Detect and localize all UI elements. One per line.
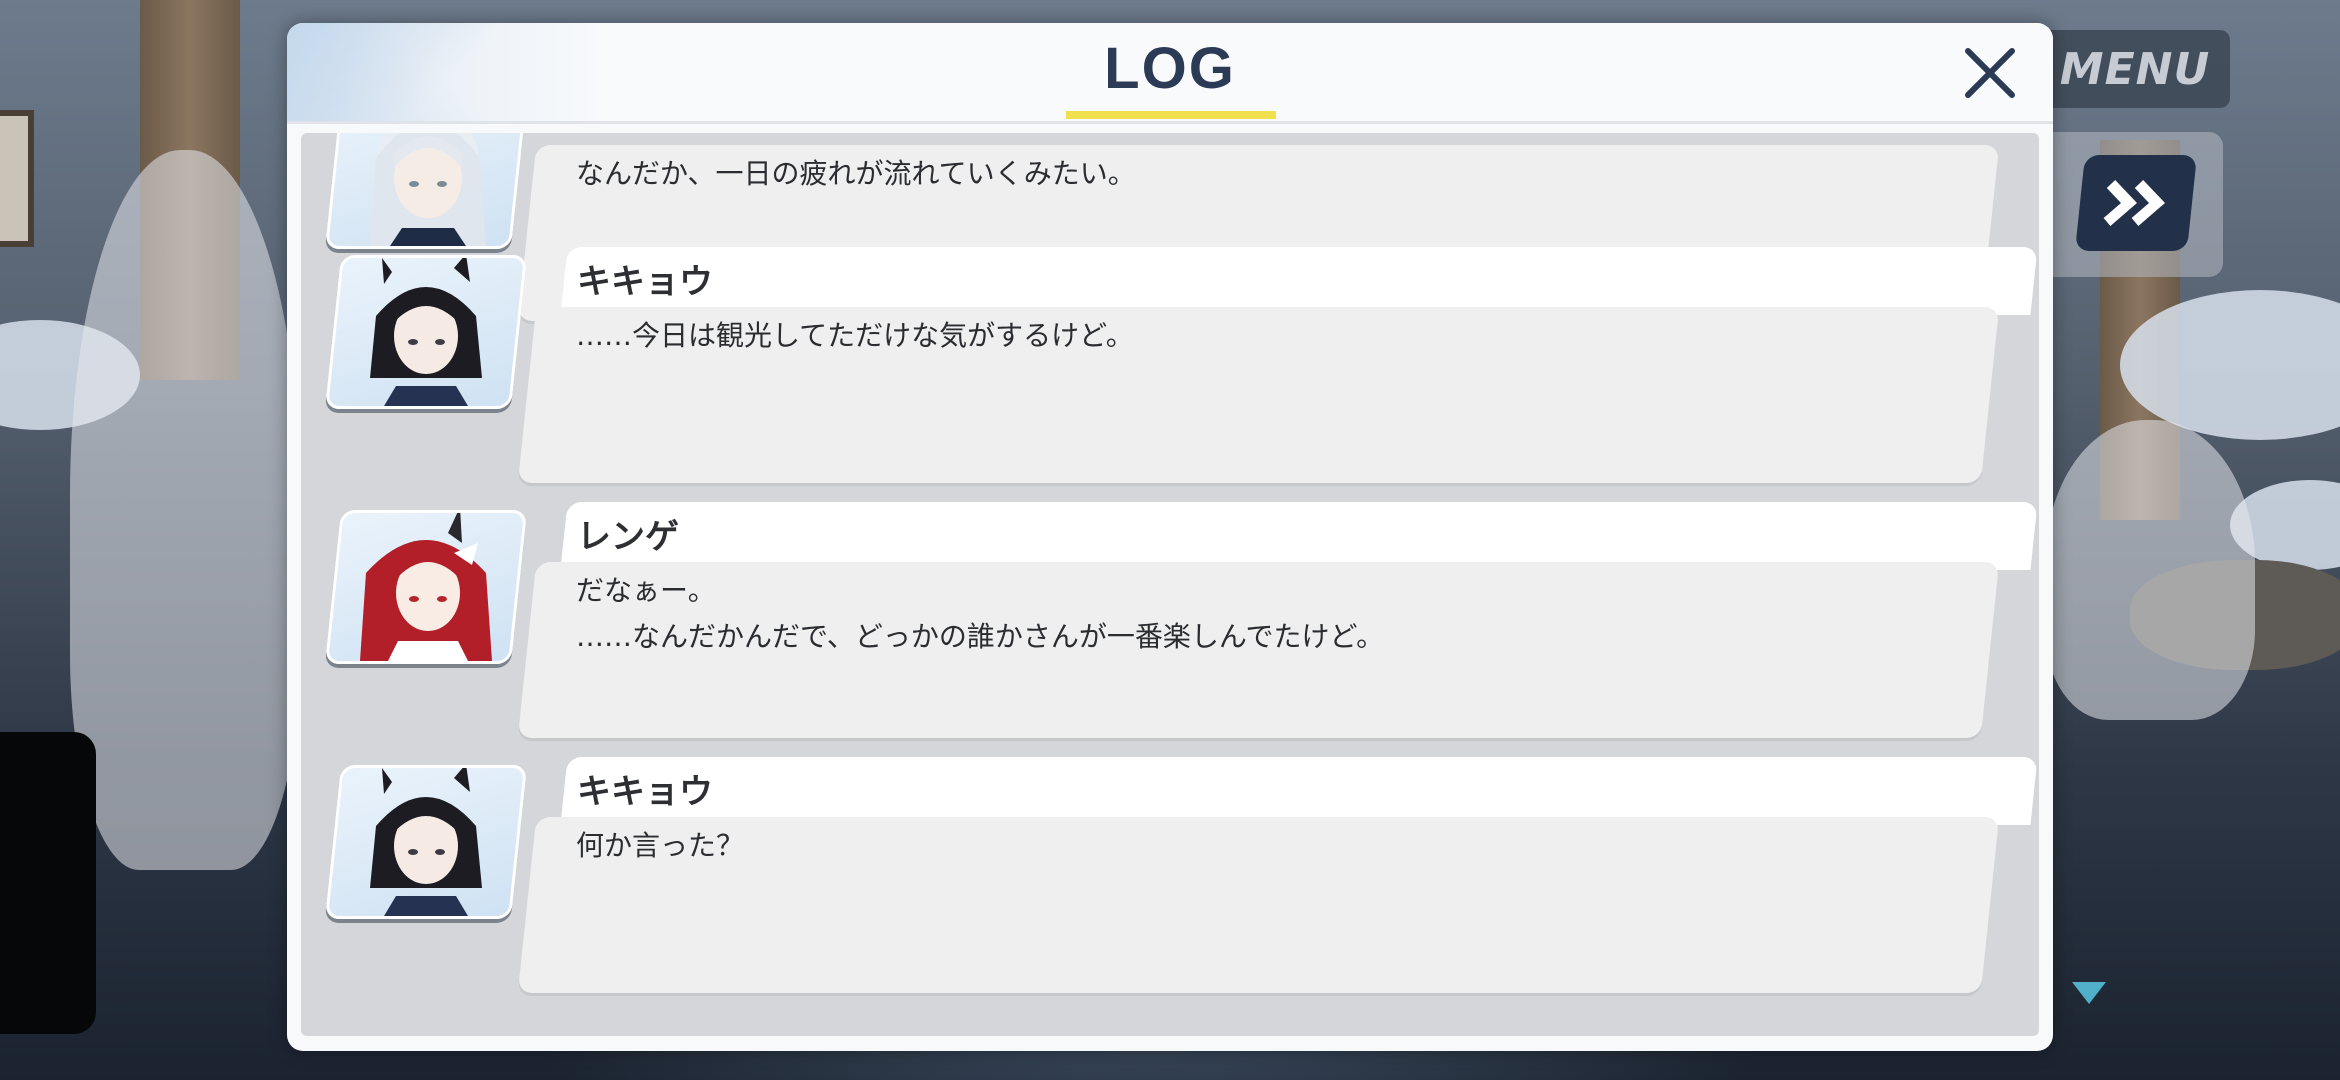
- log-entry: キキョウ 何か言った？: [301, 757, 2039, 1005]
- speaker-name-plate: [560, 757, 2038, 825]
- message-text: 何か言った？: [576, 829, 745, 862]
- game-background-scene: MENU LOG なんだか、一日の疲れが流れていくみたい。 キキョウ ……今日は…: [0, 0, 2340, 1080]
- close-button[interactable]: [1954, 37, 2026, 109]
- close-icon: [1965, 48, 2015, 98]
- fast-forward-button[interactable]: [2074, 155, 2198, 251]
- message-text: ……今日は観光してただけな気がするけど。: [576, 319, 1134, 352]
- speaker-name: キキョウ: [577, 262, 713, 302]
- background-character: [70, 150, 300, 870]
- menu-button[interactable]: MENU: [2040, 30, 2230, 108]
- log-panel: LOG なんだか、一日の疲れが流れていくみたい。 キキョウ ……今日は観光してた…: [287, 23, 2053, 1051]
- log-scroll-area[interactable]: なんだか、一日の疲れが流れていくみたい。 キキョウ ……今日は観光してただけな気…: [301, 133, 2039, 1036]
- log-title: LOG: [1104, 36, 1236, 101]
- speaker-name-plate: [560, 502, 2038, 570]
- title-underline: [1066, 111, 1276, 119]
- message-text: だなぁー。 ……なんだかんだで、どっかの誰かさんが一番楽しんでたけど。: [576, 574, 1385, 653]
- log-entry: なんだか、一日の疲れが流れていくみたい。: [301, 133, 2039, 321]
- kikyou-portrait: [324, 255, 528, 409]
- renge-portrait: [324, 510, 528, 664]
- white-haired-girl-portrait: [324, 133, 528, 249]
- log-entry: レンゲ だなぁー。 ……なんだかんだで、どっかの誰かさんが一番楽しんでたけど。: [301, 502, 2039, 750]
- speaker-name-plate: [560, 247, 2038, 315]
- double-chevron-right-icon: [2103, 180, 2165, 226]
- background-window: [0, 110, 34, 247]
- log-entry: キキョウ ……今日は観光してただけな気がするけど。: [301, 247, 2039, 495]
- advance-indicator-icon: [2072, 982, 2106, 1004]
- message-text: なんだか、一日の疲れが流れていくみたい。: [576, 157, 1136, 190]
- speaker-name: キキョウ: [577, 772, 713, 812]
- menu-button-label: MENU: [2059, 43, 2211, 95]
- speaker-name: レンゲ: [577, 517, 679, 557]
- background-character: [2045, 420, 2255, 720]
- log-header: LOG: [287, 23, 2053, 124]
- background-dark-panel: [0, 732, 96, 1034]
- kikyou-portrait: [324, 765, 528, 919]
